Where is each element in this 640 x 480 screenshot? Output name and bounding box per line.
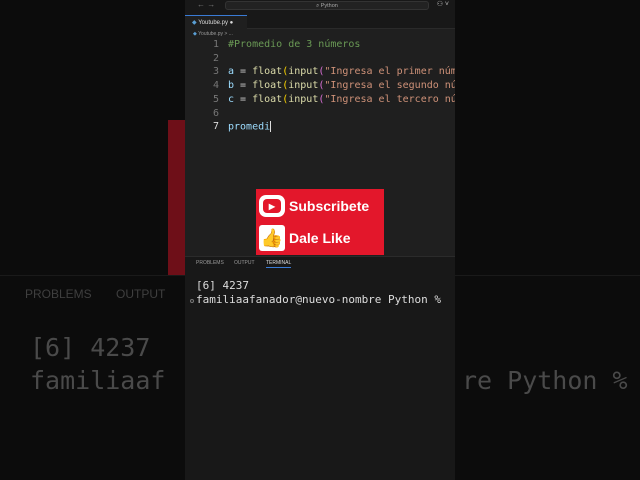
- like-label: Dale Like: [289, 230, 351, 246]
- line-number: 3: [212, 66, 219, 78]
- terminal-line: [6] 4237: [196, 279, 249, 292]
- editor-tabs: ◆ Youtube.py ●: [185, 11, 455, 29]
- bottom-panel: PROBLEMS OUTPUT TERMINAL [6] 4237 famili…: [185, 256, 455, 480]
- terminal-prompt[interactable]: familiaafanador@nuevo-nombre Python %: [196, 293, 441, 306]
- line-number: 5: [212, 93, 219, 105]
- promo-overlay[interactable]: ▶ Subscribete 👍 Dale Like: [256, 189, 384, 255]
- bg-tab-output: OUTPUT: [116, 287, 166, 301]
- nav-arrows[interactable]: ← →: [197, 0, 215, 9]
- vscode-window: ← → ⌕ Python ⚇ ˅ ◆ Youtube.py ● ◆ Youtub…: [185, 0, 455, 480]
- command-center[interactable]: ⌕ Python: [225, 1, 429, 10]
- account-icon[interactable]: ⚇ ˅: [437, 0, 449, 8]
- line-number: 6: [212, 107, 219, 119]
- tab-label: Youtube.py: [198, 20, 228, 26]
- thumbs-up-icon: 👍: [259, 225, 285, 251]
- unsaved-dot-icon: ●: [229, 20, 234, 26]
- tab-problems[interactable]: PROBLEMS: [196, 260, 224, 266]
- bg-terminal-line2-right: re Python %: [462, 366, 628, 395]
- subscribe-row[interactable]: ▶ Subscribete: [259, 195, 369, 217]
- bg-terminal-line2: familiaaf: [30, 366, 166, 395]
- prompt-circle-icon: [190, 299, 194, 303]
- line-number: 1: [212, 39, 219, 50]
- text-cursor: [270, 121, 272, 133]
- code-line: a = float(input("Ingresa el primer númer…: [228, 66, 455, 78]
- line-number: 2: [212, 52, 219, 64]
- command-center-label: Python: [320, 3, 338, 9]
- youtube-icon: ▶: [259, 195, 285, 217]
- code-line: c = float(input("Ingresa el tercero núme…: [228, 93, 455, 105]
- code-line: promedi: [228, 121, 272, 133]
- code-line: #Promedio de 3 números: [228, 39, 361, 50]
- breadcrumb-text: Youtube.py > ...: [198, 31, 233, 37]
- bg-tab-problems: PROBLEMS: [25, 287, 92, 301]
- line-number: 4: [212, 80, 219, 92]
- code-line: b = float(input("Ingresa el segundo núme…: [228, 80, 455, 92]
- breadcrumb[interactable]: ◆ Youtube.py > ...: [185, 29, 455, 39]
- like-row[interactable]: 👍 Dale Like: [259, 225, 350, 251]
- tab-output[interactable]: OUTPUT: [234, 260, 255, 266]
- title-bar: ← → ⌕ Python ⚇ ˅: [185, 0, 455, 11]
- bg-terminal-line1: [6] 4237: [30, 333, 151, 362]
- subscribe-label: Subscribete: [289, 198, 370, 214]
- tab-terminal[interactable]: TERMINAL: [266, 260, 292, 268]
- tab-youtube-py[interactable]: ◆ Youtube.py ●: [185, 15, 247, 29]
- python-file-icon: ◆: [192, 20, 197, 26]
- line-number: 7: [212, 121, 219, 133]
